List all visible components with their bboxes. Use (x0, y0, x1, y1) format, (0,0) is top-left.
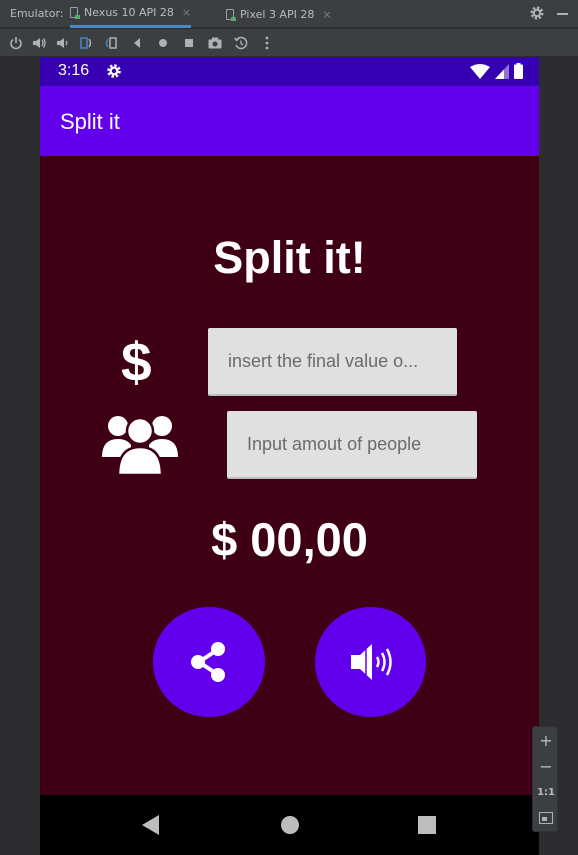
battery-icon (514, 63, 523, 79)
device-icon (70, 7, 80, 19)
nav-home-icon[interactable] (281, 816, 299, 834)
share-icon (191, 642, 225, 682)
zoom-fit-icon[interactable] (539, 812, 553, 824)
total-per-person: $ 00,00 (211, 513, 368, 566)
final-value-input[interactable] (228, 350, 457, 372)
close-icon[interactable]: × (182, 6, 191, 19)
home-icon[interactable] (155, 35, 171, 51)
overview-icon[interactable] (181, 35, 197, 51)
zoom-actual-size-button[interactable]: 1:1 (533, 787, 559, 798)
tab-label: Nexus 10 API 28 (84, 6, 174, 19)
wifi-icon (470, 63, 490, 79)
app-bar: Split it (40, 86, 539, 156)
back-icon[interactable] (129, 35, 145, 51)
emulator-label: Emulator: (10, 7, 64, 20)
zoom-out-icon[interactable]: − (533, 757, 559, 776)
navigation-bar (40, 795, 539, 855)
close-icon[interactable]: × (322, 8, 331, 21)
cell-signal-icon (495, 63, 509, 79)
power-icon[interactable] (8, 35, 24, 51)
settings-gear-icon[interactable] (529, 5, 545, 21)
page-heading: Split it! (213, 232, 366, 283)
tab-pixel-3[interactable]: Pixel 3 API 28 × (226, 0, 332, 28)
status-bar: 3:16 (40, 57, 539, 86)
dollar-icon: $ (121, 331, 152, 393)
nav-back-icon[interactable] (142, 815, 159, 835)
final-value-field[interactable] (208, 328, 457, 396)
tab-nexus-10[interactable]: Nexus 10 API 28 × (70, 0, 192, 28)
nav-recents-icon[interactable] (418, 816, 436, 834)
volume-icon (350, 644, 392, 680)
status-icons (470, 63, 523, 79)
minimize-icon[interactable] (557, 13, 568, 15)
device-icon (226, 8, 236, 21)
volume-down-icon[interactable] (54, 35, 70, 51)
zoom-controls: + − 1:1 (532, 726, 558, 832)
snapshot-icon[interactable] (233, 35, 249, 51)
emulator-tab-bar: Emulator: Nexus 10 API 28 × Pixel 3 API … (0, 0, 578, 28)
share-button[interactable] (153, 607, 265, 717)
people-count-field[interactable] (227, 411, 477, 479)
rotate-left-icon[interactable] (78, 35, 94, 51)
sound-button[interactable] (315, 607, 426, 717)
people-count-input[interactable] (247, 433, 477, 455)
status-time: 3:16 (58, 62, 90, 79)
settings-gear-icon (107, 64, 121, 78)
more-icon[interactable] (259, 35, 275, 51)
camera-icon[interactable] (207, 35, 223, 51)
people-icon (102, 416, 178, 475)
tab-label: Pixel 3 API 28 (240, 7, 315, 21)
volume-up-icon[interactable] (31, 35, 47, 51)
app-title: Split it (60, 109, 120, 134)
zoom-in-icon[interactable]: + (533, 731, 559, 750)
emulator-toolbar (0, 29, 578, 56)
phone-screen: 3:16 Split it Split it! $ insert the fin… (40, 57, 539, 855)
rotate-right-icon[interactable] (103, 35, 119, 51)
